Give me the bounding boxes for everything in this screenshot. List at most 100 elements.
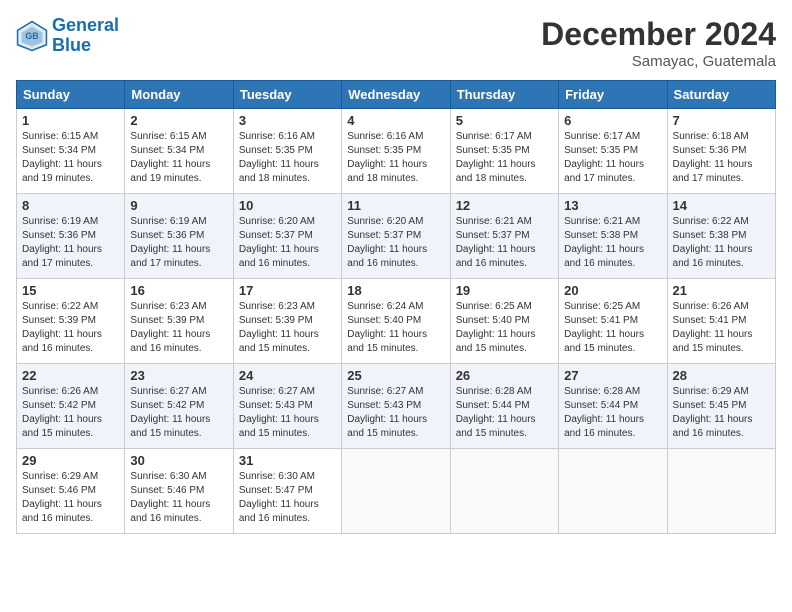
calendar-day-cell: 25 Sunrise: 6:27 AMSunset: 5:43 PMDaylig…: [342, 364, 450, 449]
day-number: 28: [673, 368, 770, 383]
month-year: December 2024: [541, 16, 776, 53]
day-info: Sunrise: 6:19 AMSunset: 5:36 PMDaylight:…: [22, 215, 119, 271]
day-info: Sunrise: 6:20 AMSunset: 5:37 PMDaylight:…: [239, 215, 336, 271]
calendar-table: SundayMondayTuesdayWednesdayThursdayFrid…: [16, 80, 776, 534]
calendar-day-cell: 31 Sunrise: 6:30 AMSunset: 5:47 PMDaylig…: [233, 449, 341, 534]
calendar-empty-cell: [450, 449, 558, 534]
svg-text:GB: GB: [25, 31, 38, 41]
day-number: 14: [673, 198, 770, 213]
day-info: Sunrise: 6:15 AMSunset: 5:34 PMDaylight:…: [130, 130, 227, 186]
day-number: 24: [239, 368, 336, 383]
day-number: 27: [564, 368, 661, 383]
calendar-body: 1 Sunrise: 6:15 AMSunset: 5:34 PMDayligh…: [17, 109, 776, 534]
calendar-day-cell: 27 Sunrise: 6:28 AMSunset: 5:44 PMDaylig…: [559, 364, 667, 449]
day-number: 31: [239, 453, 336, 468]
day-number: 22: [22, 368, 119, 383]
day-number: 17: [239, 283, 336, 298]
day-number: 8: [22, 198, 119, 213]
calendar-day-cell: 22 Sunrise: 6:26 AMSunset: 5:42 PMDaylig…: [17, 364, 125, 449]
calendar-day-header: Saturday: [667, 81, 775, 109]
calendar-day-cell: 12 Sunrise: 6:21 AMSunset: 5:37 PMDaylig…: [450, 194, 558, 279]
calendar-day-cell: 2 Sunrise: 6:15 AMSunset: 5:34 PMDayligh…: [125, 109, 233, 194]
page-header: GB General Blue December 2024 Samayac, G…: [16, 16, 776, 70]
location: Samayac, Guatemala: [541, 53, 776, 70]
day-number: 4: [347, 113, 444, 128]
day-number: 29: [22, 453, 119, 468]
day-info: Sunrise: 6:16 AMSunset: 5:35 PMDaylight:…: [239, 130, 336, 186]
day-info: Sunrise: 6:28 AMSunset: 5:44 PMDaylight:…: [564, 385, 661, 441]
day-info: Sunrise: 6:27 AMSunset: 5:43 PMDaylight:…: [347, 385, 444, 441]
day-number: 10: [239, 198, 336, 213]
day-info: Sunrise: 6:28 AMSunset: 5:44 PMDaylight:…: [456, 385, 553, 441]
calendar-day-cell: 5 Sunrise: 6:17 AMSunset: 5:35 PMDayligh…: [450, 109, 558, 194]
calendar-day-cell: 14 Sunrise: 6:22 AMSunset: 5:38 PMDaylig…: [667, 194, 775, 279]
calendar-week-row: 8 Sunrise: 6:19 AMSunset: 5:36 PMDayligh…: [17, 194, 776, 279]
day-number: 16: [130, 283, 227, 298]
calendar-day-cell: 28 Sunrise: 6:29 AMSunset: 5:45 PMDaylig…: [667, 364, 775, 449]
calendar-header-row: SundayMondayTuesdayWednesdayThursdayFrid…: [17, 81, 776, 109]
day-info: Sunrise: 6:26 AMSunset: 5:41 PMDaylight:…: [673, 300, 770, 356]
day-number: 3: [239, 113, 336, 128]
day-number: 19: [456, 283, 553, 298]
logo-blue: Blue: [52, 35, 91, 55]
day-info: Sunrise: 6:27 AMSunset: 5:43 PMDaylight:…: [239, 385, 336, 441]
calendar-day-cell: 30 Sunrise: 6:30 AMSunset: 5:46 PMDaylig…: [125, 449, 233, 534]
calendar-day-cell: 29 Sunrise: 6:29 AMSunset: 5:46 PMDaylig…: [17, 449, 125, 534]
calendar-day-cell: 3 Sunrise: 6:16 AMSunset: 5:35 PMDayligh…: [233, 109, 341, 194]
day-info: Sunrise: 6:25 AMSunset: 5:41 PMDaylight:…: [564, 300, 661, 356]
day-info: Sunrise: 6:30 AMSunset: 5:47 PMDaylight:…: [239, 470, 336, 526]
calendar-day-cell: 21 Sunrise: 6:26 AMSunset: 5:41 PMDaylig…: [667, 279, 775, 364]
calendar-day-cell: 24 Sunrise: 6:27 AMSunset: 5:43 PMDaylig…: [233, 364, 341, 449]
calendar-week-row: 29 Sunrise: 6:29 AMSunset: 5:46 PMDaylig…: [17, 449, 776, 534]
day-info: Sunrise: 6:25 AMSunset: 5:40 PMDaylight:…: [456, 300, 553, 356]
calendar-day-header: Monday: [125, 81, 233, 109]
calendar-week-row: 15 Sunrise: 6:22 AMSunset: 5:39 PMDaylig…: [17, 279, 776, 364]
calendar-day-cell: 23 Sunrise: 6:27 AMSunset: 5:42 PMDaylig…: [125, 364, 233, 449]
calendar-day-cell: 17 Sunrise: 6:23 AMSunset: 5:39 PMDaylig…: [233, 279, 341, 364]
calendar-day-cell: 19 Sunrise: 6:25 AMSunset: 5:40 PMDaylig…: [450, 279, 558, 364]
calendar-day-cell: 15 Sunrise: 6:22 AMSunset: 5:39 PMDaylig…: [17, 279, 125, 364]
day-number: 6: [564, 113, 661, 128]
day-info: Sunrise: 6:21 AMSunset: 5:38 PMDaylight:…: [564, 215, 661, 271]
day-info: Sunrise: 6:18 AMSunset: 5:36 PMDaylight:…: [673, 130, 770, 186]
day-info: Sunrise: 6:21 AMSunset: 5:37 PMDaylight:…: [456, 215, 553, 271]
calendar-day-header: Tuesday: [233, 81, 341, 109]
day-number: 11: [347, 198, 444, 213]
day-info: Sunrise: 6:26 AMSunset: 5:42 PMDaylight:…: [22, 385, 119, 441]
day-number: 23: [130, 368, 227, 383]
calendar-empty-cell: [559, 449, 667, 534]
calendar-day-cell: 6 Sunrise: 6:17 AMSunset: 5:35 PMDayligh…: [559, 109, 667, 194]
calendar-day-cell: 7 Sunrise: 6:18 AMSunset: 5:36 PMDayligh…: [667, 109, 775, 194]
calendar-day-cell: 1 Sunrise: 6:15 AMSunset: 5:34 PMDayligh…: [17, 109, 125, 194]
day-info: Sunrise: 6:29 AMSunset: 5:45 PMDaylight:…: [673, 385, 770, 441]
day-info: Sunrise: 6:23 AMSunset: 5:39 PMDaylight:…: [239, 300, 336, 356]
logo-text: General Blue: [52, 16, 119, 56]
day-number: 25: [347, 368, 444, 383]
day-info: Sunrise: 6:20 AMSunset: 5:37 PMDaylight:…: [347, 215, 444, 271]
title-block: December 2024 Samayac, Guatemala: [541, 16, 776, 70]
day-number: 13: [564, 198, 661, 213]
day-info: Sunrise: 6:27 AMSunset: 5:42 PMDaylight:…: [130, 385, 227, 441]
day-info: Sunrise: 6:29 AMSunset: 5:46 PMDaylight:…: [22, 470, 119, 526]
calendar-week-row: 1 Sunrise: 6:15 AMSunset: 5:34 PMDayligh…: [17, 109, 776, 194]
day-info: Sunrise: 6:22 AMSunset: 5:38 PMDaylight:…: [673, 215, 770, 271]
calendar-day-cell: 10 Sunrise: 6:20 AMSunset: 5:37 PMDaylig…: [233, 194, 341, 279]
day-number: 12: [456, 198, 553, 213]
logo-icon: GB: [16, 20, 48, 52]
calendar-day-header: Thursday: [450, 81, 558, 109]
day-number: 21: [673, 283, 770, 298]
calendar-day-header: Wednesday: [342, 81, 450, 109]
calendar-empty-cell: [667, 449, 775, 534]
calendar-day-cell: 18 Sunrise: 6:24 AMSunset: 5:40 PMDaylig…: [342, 279, 450, 364]
calendar-day-cell: 4 Sunrise: 6:16 AMSunset: 5:35 PMDayligh…: [342, 109, 450, 194]
day-number: 30: [130, 453, 227, 468]
day-number: 15: [22, 283, 119, 298]
calendar-day-cell: 9 Sunrise: 6:19 AMSunset: 5:36 PMDayligh…: [125, 194, 233, 279]
calendar-week-row: 22 Sunrise: 6:26 AMSunset: 5:42 PMDaylig…: [17, 364, 776, 449]
day-number: 26: [456, 368, 553, 383]
day-info: Sunrise: 6:17 AMSunset: 5:35 PMDaylight:…: [564, 130, 661, 186]
calendar-day-cell: 13 Sunrise: 6:21 AMSunset: 5:38 PMDaylig…: [559, 194, 667, 279]
logo: GB General Blue: [16, 16, 119, 56]
calendar-day-cell: 8 Sunrise: 6:19 AMSunset: 5:36 PMDayligh…: [17, 194, 125, 279]
day-number: 2: [130, 113, 227, 128]
